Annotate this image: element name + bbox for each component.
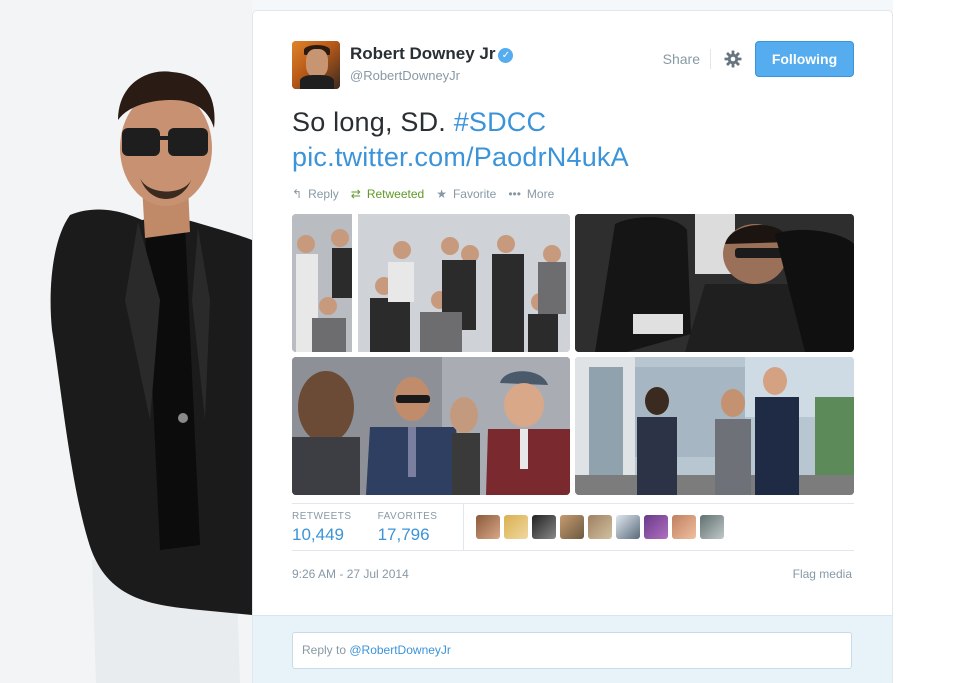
retweets-count: 10,449 [292,525,344,544]
tweet-header: Robert Downey Jr✓ @RobertDowneyJr Share [292,41,854,91]
favoriter-avatar[interactable] [616,515,641,539]
tweet-text-plain: So long, SD. [292,107,454,137]
retweet-icon: ⇄ [350,187,361,201]
favoriter-avatar[interactable] [504,515,529,539]
media-photo-3[interactable] [292,357,570,495]
flag-media-link[interactable]: Flag media [793,567,852,581]
more-dots-icon: ••• [508,187,521,201]
pic-link[interactable]: pic.twitter.com/PaodrN4ukA [292,142,629,172]
media-photo-1[interactable] [292,214,570,352]
favoriter-avatar[interactable] [476,515,501,539]
favoriter-avatar[interactable] [644,515,669,539]
favoriter-avatars [476,515,728,539]
reply-area: Reply to @RobertDowneyJr [253,615,892,683]
media-grid [292,214,854,495]
retweets-stat[interactable]: RETWEETS 10,449 [292,509,352,545]
favoriter-avatar[interactable] [560,515,585,539]
hashtag-link[interactable]: #SDCC [454,107,547,137]
favorites-stat[interactable]: FAVORITES 17,796 [378,509,438,545]
more-action[interactable]: ••• More [508,187,554,201]
reply-action[interactable]: ↰ Reply [292,187,339,201]
author-name-block[interactable]: Robert Downey Jr ✓ @RobertDowneyJr [350,44,514,83]
tweet-text: So long, SD. #SDCC pic.twitter.com/Paodr… [292,105,854,175]
favoriter-avatar[interactable] [588,515,613,539]
media-photo-2[interactable] [575,214,854,352]
favoriter-avatar[interactable] [532,515,557,539]
tweet-header-actions: Share Following [663,41,854,77]
author-username[interactable]: @RobertDowneyJr [350,68,513,83]
reply-prefix: Reply to [302,643,350,657]
favorite-action[interactable]: ★ Favorite [436,187,496,201]
favorite-label: Favorite [452,187,497,201]
reply-mention: @RobertDowneyJr [349,643,451,657]
verified-badge-icon: ✓ [498,48,514,63]
author-fullname[interactable]: Robert Downey Jr [350,44,495,64]
gear-icon[interactable] [711,41,755,77]
profile-background-image [0,0,252,683]
retweet-label: Retweeted [366,187,425,201]
favoriter-avatar[interactable] [700,515,725,539]
retweets-label: RETWEETS [292,511,352,522]
share-button[interactable]: Share [663,49,711,69]
media-photo-4[interactable] [575,357,854,495]
reply-input[interactable]: Reply to @RobertDowneyJr [292,632,852,669]
star-icon: ★ [436,187,447,201]
tweet-timestamp[interactable]: 9:26 AM - 27 Jul 2014 [292,567,409,581]
author-avatar[interactable] [292,41,340,89]
page: Robert Downey Jr✓ @RobertDowneyJr Share [0,0,967,683]
favorites-count: 17,796 [377,525,430,544]
favorites-label: FAVORITES [377,511,438,522]
tweet-actions: ↰ Reply ⇄ Retweeted ★ Favorite ••• More [292,187,566,201]
favoriter-avatar[interactable] [672,515,697,539]
retweet-action[interactable]: ⇄ Retweeted [351,187,424,201]
more-label: More [526,187,555,201]
tweet-card: Robert Downey Jr✓ @RobertDowneyJr Share [252,10,893,683]
following-button[interactable]: Following [755,41,854,77]
reply-label: Reply [308,187,339,201]
tweet-stats: RETWEETS 10,449 FAVORITES 17,796 [292,503,854,551]
stats-divider [463,504,465,550]
right-background [893,0,967,683]
reply-icon: ↰ [292,187,303,201]
